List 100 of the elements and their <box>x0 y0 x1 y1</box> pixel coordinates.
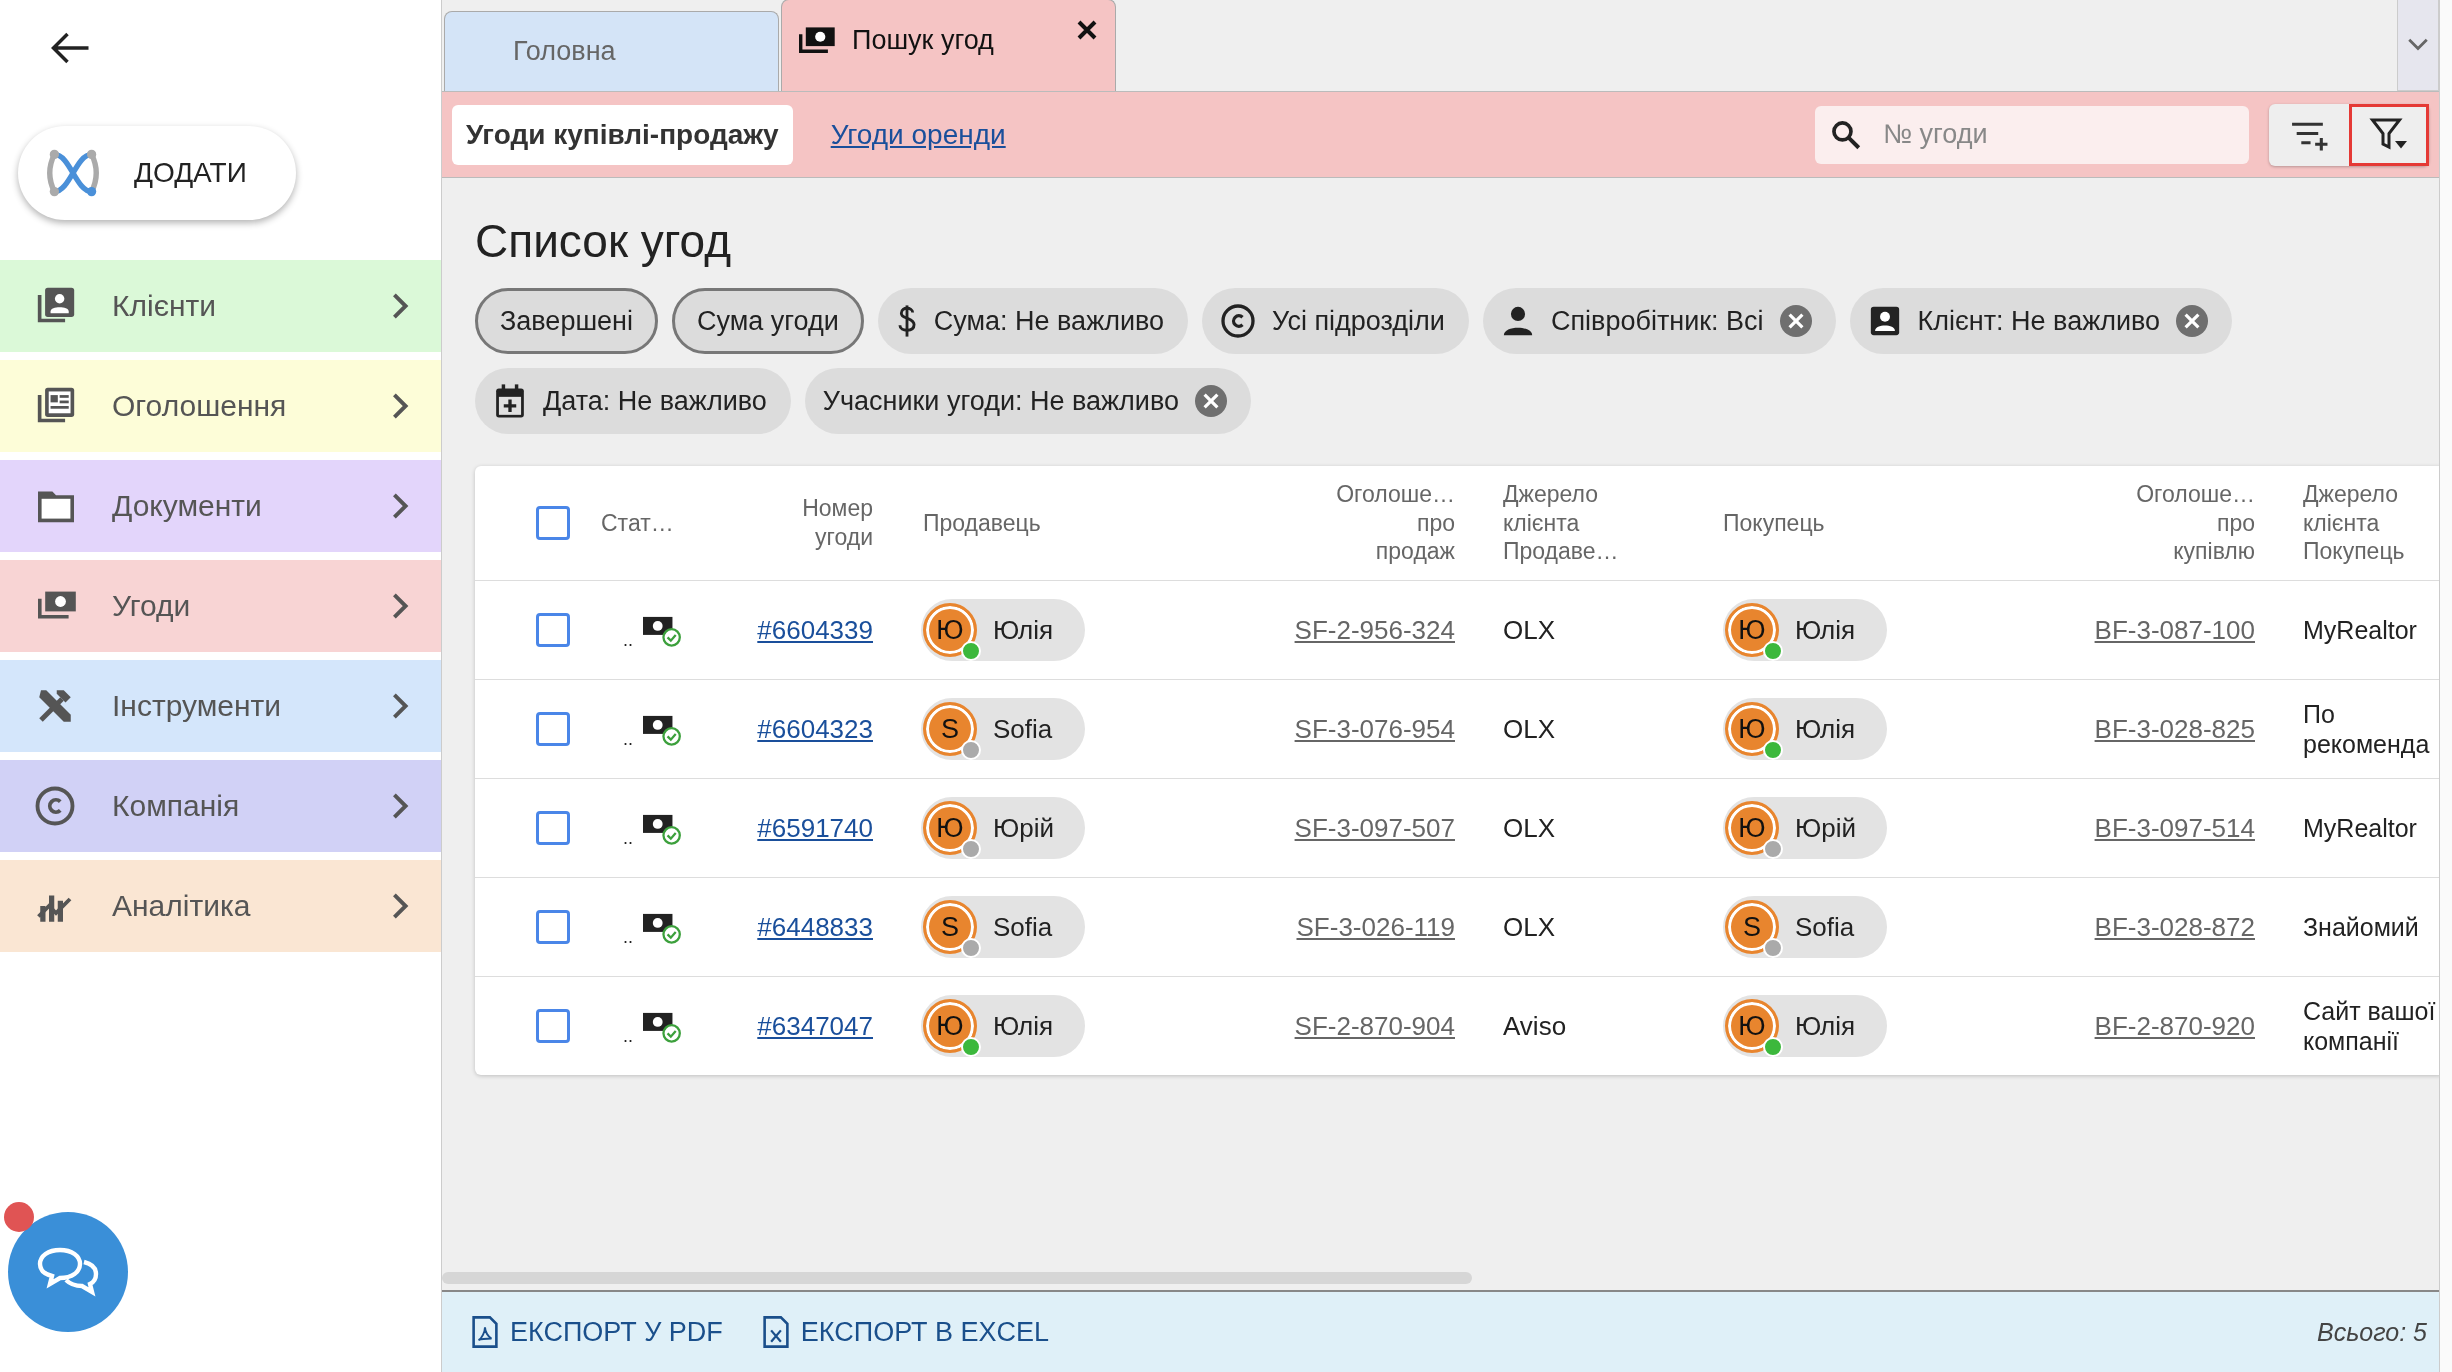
avatar: S <box>1725 900 1779 954</box>
menu-item[interactable]: Клієнти <box>0 260 441 352</box>
filter-button[interactable] <box>2349 103 2429 166</box>
menu-item[interactable]: Документи <box>0 460 441 552</box>
deal-link[interactable]: #6604323 <box>757 713 873 745</box>
listing-link[interactable]: SF-2-956-324 <box>1294 614 1455 646</box>
checkbox[interactable] <box>536 811 570 845</box>
add-button[interactable]: ДОДАТИ <box>18 126 296 220</box>
close-icon[interactable] <box>1077 20 1097 40</box>
table-cell: .. <box>623 927 633 948</box>
deal-link[interactable]: #6448833 <box>757 911 873 943</box>
calendar-add-icon <box>493 383 527 419</box>
seller-chip[interactable]: Ю Юлія <box>921 599 1085 661</box>
copyright-icon <box>34 785 76 827</box>
table-cell: Aviso <box>1503 1010 1567 1042</box>
filter-chip[interactable]: Учасники угоди: Не важливо <box>804 368 1251 434</box>
filter-chip[interactable]: Співробітник: Всі <box>1482 288 1836 354</box>
chevron-right-icon <box>391 292 409 320</box>
table-cell: OLX <box>1503 812 1556 844</box>
chevron-right-icon <box>391 792 409 820</box>
chevron-right-icon <box>391 392 409 420</box>
table-cell: .. <box>623 729 633 750</box>
remove-icon[interactable] <box>1779 305 1812 337</box>
table-cell: OLX <box>1503 713 1556 745</box>
listing-link[interactable]: BF-3-097-514 <box>2094 812 2255 844</box>
buyer-chip[interactable]: S Sofia <box>1723 896 1887 958</box>
chevron-right-icon <box>391 692 409 720</box>
filter-chip[interactable]: Усі підрозділи <box>1202 288 1469 354</box>
listing-link[interactable]: BF-3-087-100 <box>2094 614 2255 646</box>
column-header[interactable]: Джерело клієнта Продаве… <box>1503 479 1619 567</box>
scrollbar-thumb[interactable] <box>442 1272 1472 1284</box>
remove-icon[interactable] <box>1195 385 1227 417</box>
checkbox[interactable] <box>536 613 570 647</box>
tab[interactable]: Угоди купівлі-продажу <box>452 104 793 165</box>
listing-link[interactable]: BF-3-028-872 <box>2094 911 2255 943</box>
chevron-right-icon <box>391 492 409 520</box>
tab[interactable]: Головна <box>444 11 779 91</box>
filter-chip[interactable]: Дата: Не важливо <box>475 368 791 434</box>
tab[interactable]: Пошук угод <box>781 0 1116 91</box>
column-header[interactable]: Оголоше… про купівлю <box>2136 479 2255 567</box>
table-cell: Знайомий <box>2303 912 2419 942</box>
chevron-right-icon <box>391 592 409 620</box>
export-button[interactable]: ЕКСПОРТ У PDF <box>472 1309 723 1355</box>
avatar: S <box>923 900 977 954</box>
menu-item[interactable]: Інструменти <box>0 660 441 752</box>
checkbox[interactable] <box>536 1009 570 1043</box>
column-header[interactable]: Продавець <box>923 508 1041 538</box>
table-cell: MyRealtor <box>2303 813 2417 843</box>
avatar: Ю <box>1725 702 1779 756</box>
excel-file-icon <box>762 1315 789 1349</box>
filter-chip[interactable]: Сума угоди <box>672 288 864 354</box>
column-header[interactable]: Стат… <box>601 508 674 538</box>
column-header[interactable]: Покупець <box>1723 508 1825 538</box>
back-arrow-icon[interactable] <box>50 30 92 66</box>
listing-link[interactable]: SF-2-870-904 <box>1294 1010 1455 1042</box>
menu-item[interactable]: Аналітика <box>0 860 441 952</box>
menu-item[interactable]: Компанія <box>0 760 441 852</box>
table-cell: MyRealtor <box>2303 615 2417 645</box>
listing-link[interactable]: BF-2-870-920 <box>2094 1010 2255 1042</box>
seller-chip[interactable]: Ю Юрій <box>921 797 1085 859</box>
checkbox[interactable] <box>536 506 570 540</box>
listing-link[interactable]: BF-3-028-825 <box>2094 713 2255 745</box>
table-cell: .. <box>623 1026 633 1047</box>
total-count: Всього: 5 <box>2317 1317 2427 1347</box>
avatar: Ю <box>1725 801 1779 855</box>
copyright-icon <box>1220 303 1257 339</box>
menu-item[interactable]: Угоди <box>0 560 441 652</box>
buyer-chip[interactable]: Ю Юрій <box>1723 797 1887 859</box>
buyer-chip[interactable]: Ю Юлія <box>1723 599 1887 661</box>
listing-link[interactable]: SF-3-026-119 <box>1296 911 1455 943</box>
checkbox[interactable] <box>536 910 570 944</box>
filter-chip[interactable]: Завершені <box>475 288 658 354</box>
table-cell: Сайт вашої компанії <box>2303 996 2437 1056</box>
avatar: Ю <box>923 603 977 657</box>
column-header[interactable]: Номер угоди <box>802 494 873 552</box>
menu-item[interactable]: Оголошення <box>0 360 441 452</box>
column-header[interactable]: Джерело клієнта Покупець <box>2303 479 2405 567</box>
buyer-chip[interactable]: Ю Юлія <box>1723 995 1887 1057</box>
tab[interactable]: Угоди оренди <box>816 104 1020 165</box>
avatar: Ю <box>923 999 977 1053</box>
deal-link[interactable]: #6347047 <box>757 1010 873 1042</box>
listing-link[interactable]: SF-3-097-507 <box>1294 812 1455 844</box>
table-cell: .. <box>623 630 633 651</box>
search-field[interactable]: № угоди <box>1815 105 2249 164</box>
seller-chip[interactable]: Ю Юлія <box>921 995 1085 1057</box>
filter-chip[interactable]: Клієнт: Не важливо <box>1849 288 2233 354</box>
checkbox[interactable] <box>536 712 570 746</box>
table-cell: .. <box>623 828 633 849</box>
filter-chip[interactable]: Сума: Не важливо <box>877 288 1189 354</box>
seller-chip[interactable]: S Sofia <box>921 896 1085 958</box>
listing-link[interactable]: SF-3-076-954 <box>1294 713 1455 745</box>
column-header[interactable]: Оголоше… про продаж <box>1336 479 1455 567</box>
page-title: Список угод <box>475 214 732 268</box>
deal-link[interactable]: #6591740 <box>757 812 873 844</box>
buyer-chip[interactable]: Ю Юлія <box>1723 698 1887 760</box>
table-cell-text: По рекоменда <box>2303 699 2431 759</box>
seller-chip[interactable]: S Sofia <box>921 698 1085 760</box>
deal-link[interactable]: #6604339 <box>757 614 873 646</box>
remove-icon[interactable] <box>2176 305 2209 337</box>
export-button[interactable]: ЕКСПОРТ В EXCEL <box>762 1309 1049 1355</box>
